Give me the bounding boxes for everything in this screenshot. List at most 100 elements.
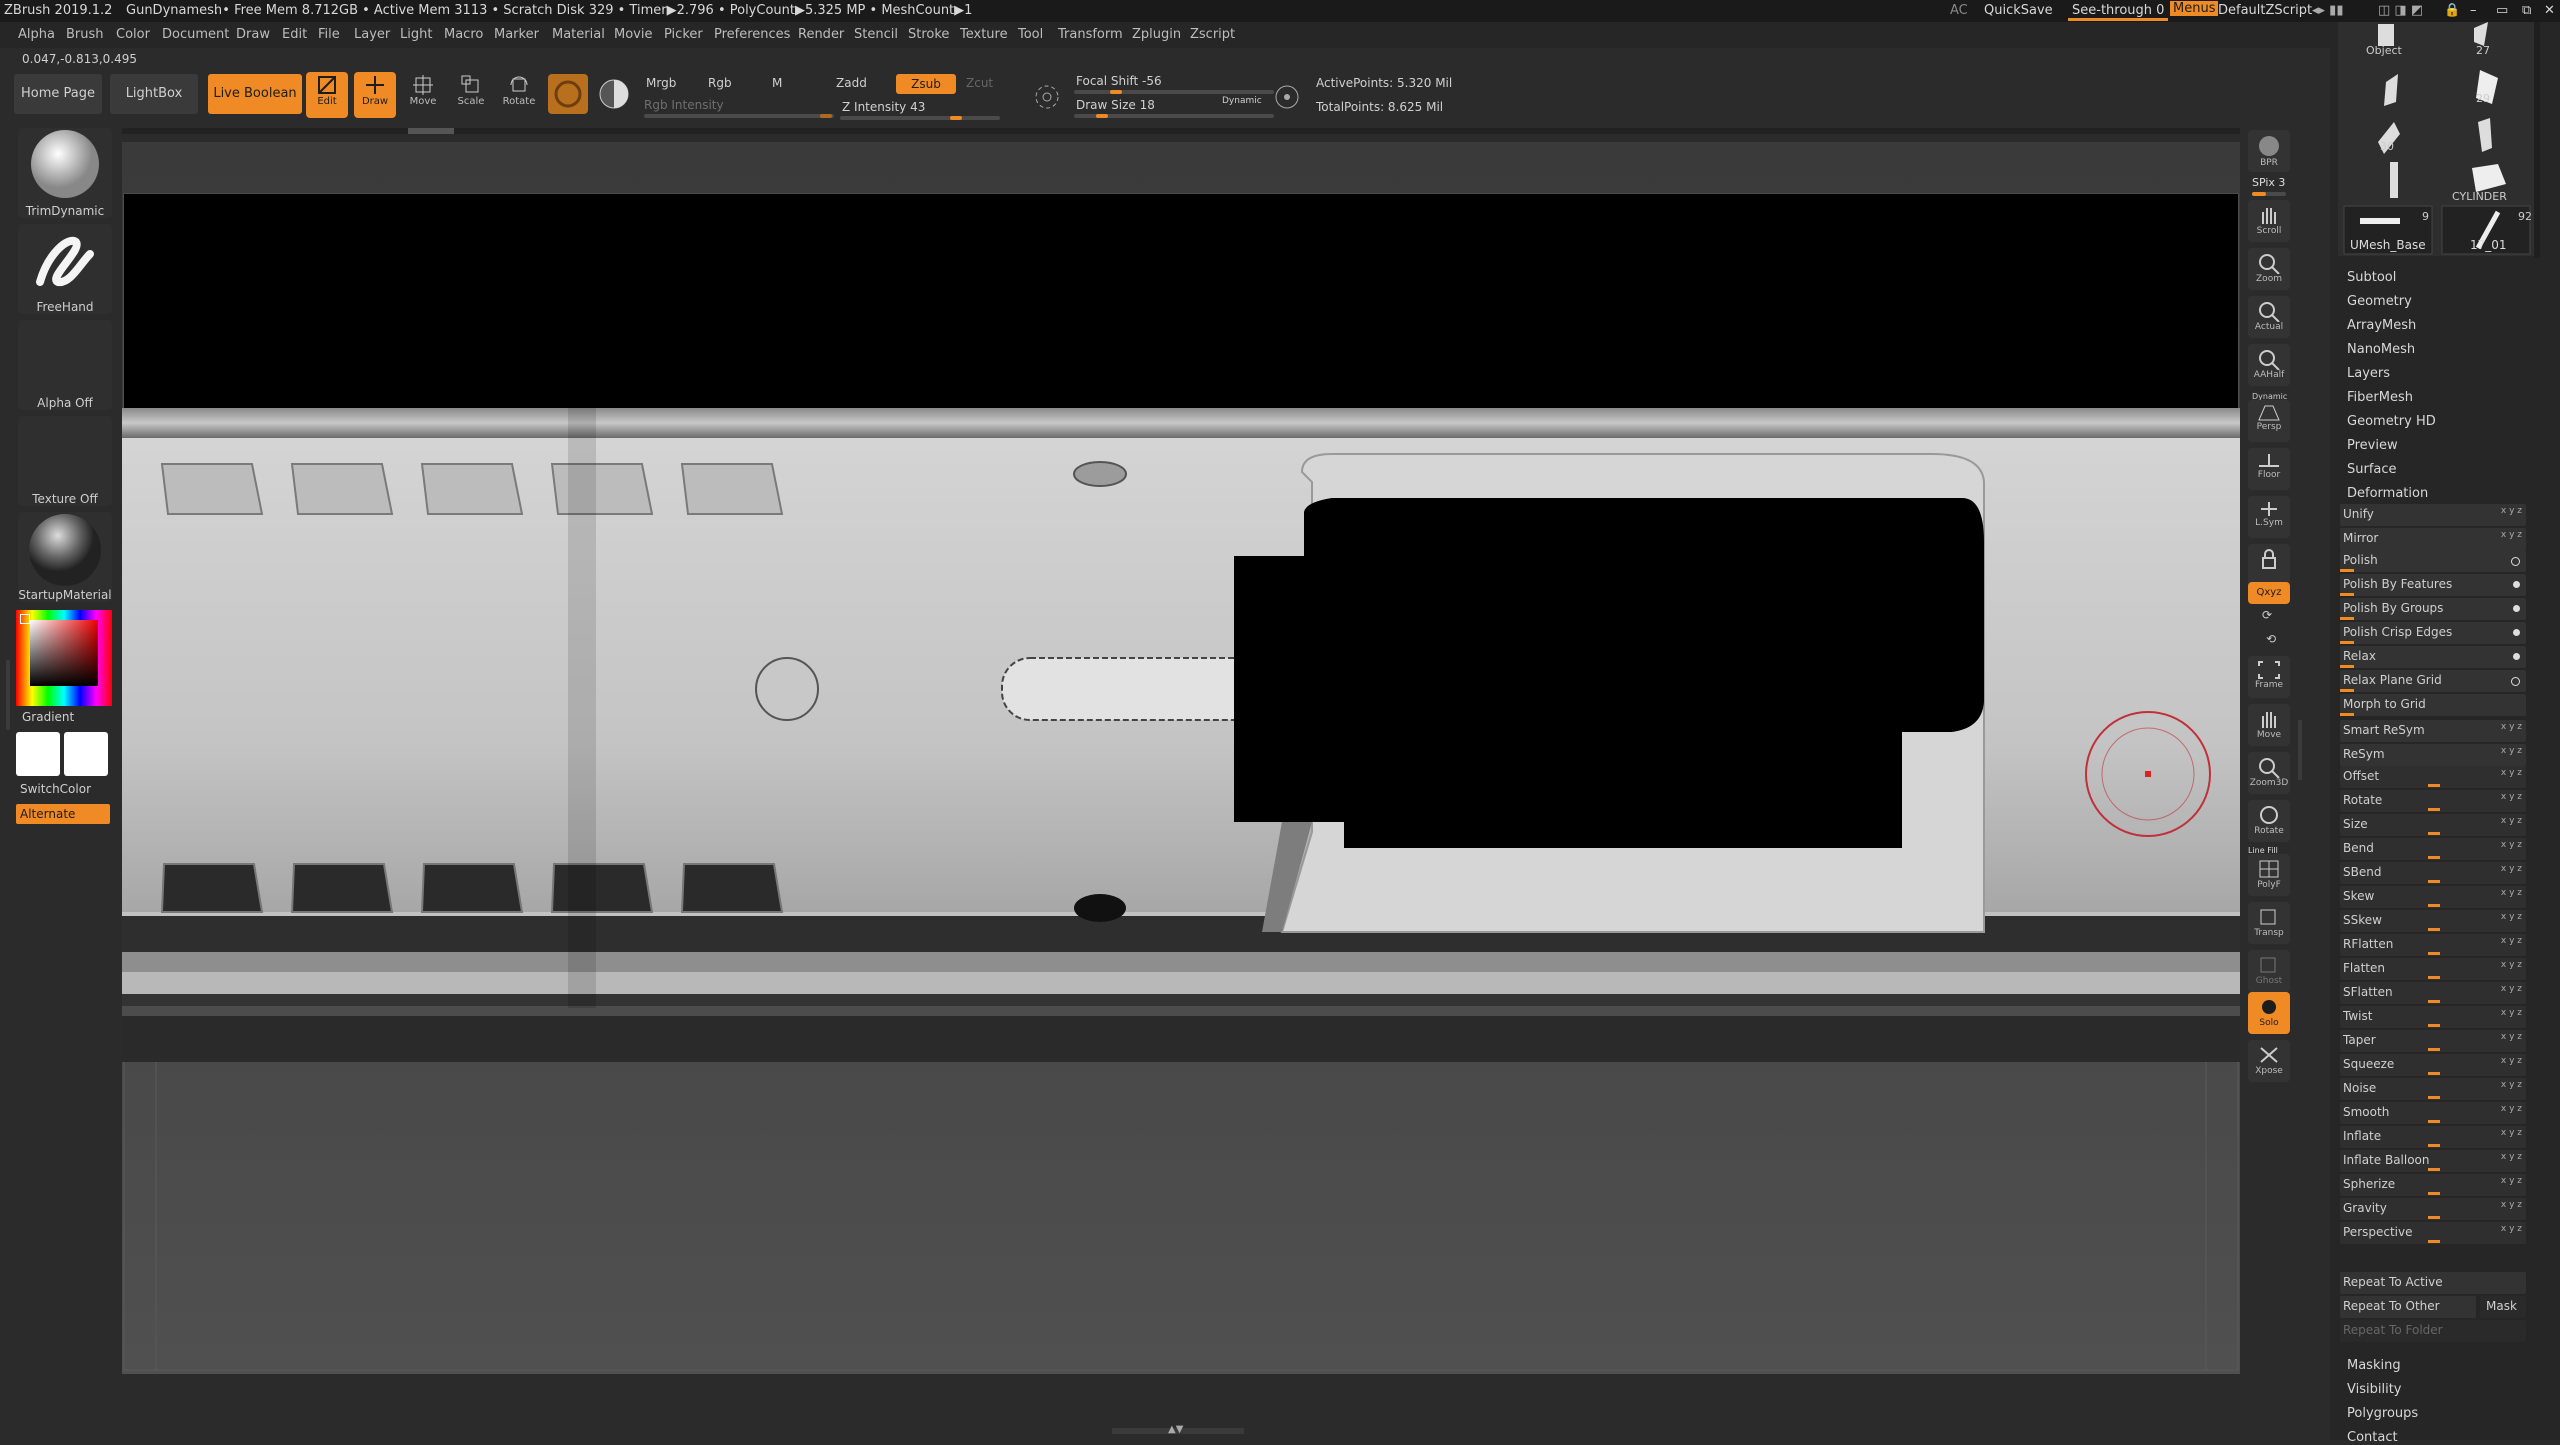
deform-gravity-xyz[interactable]: x y z — [2501, 1200, 2522, 1210]
thumb-27-label[interactable]: 27 — [2476, 44, 2490, 57]
deform-polish-by-features[interactable]: Polish By Features — [2340, 574, 2526, 596]
lightbox-button[interactable]: LightBox — [110, 74, 198, 114]
deform-sbend[interactable]: SBend x y z — [2340, 862, 2526, 884]
deform-smooth-xyz[interactable]: x y z — [2501, 1104, 2522, 1114]
menu-movie[interactable]: Movie — [614, 27, 652, 42]
lock-icon[interactable]: 🔒 — [2444, 3, 2460, 18]
deform-taper-xyz[interactable]: x y z — [2501, 1032, 2522, 1042]
deform-unify[interactable]: Unify x y z — [2340, 504, 2526, 526]
deform-noise[interactable]: Noise x y z — [2340, 1078, 2526, 1100]
move-mode-button[interactable]: Move — [402, 72, 444, 118]
material-swatch-button[interactable] — [548, 74, 588, 114]
deform-rflatten-xyz[interactable]: x y z — [2501, 936, 2522, 946]
mask-button[interactable]: Mask — [2480, 1296, 2526, 1318]
right-tray-handle[interactable] — [2298, 720, 2302, 780]
rgb-intensity-slider[interactable] — [644, 114, 834, 118]
deform-smart-resym[interactable]: Smart ReSym x y z — [2340, 720, 2526, 742]
window-controls-icons[interactable]: ◫ ◨ ◩ — [2378, 3, 2423, 18]
deform-unify-xyz[interactable]: x y z — [2501, 506, 2522, 516]
deform-relax[interactable]: Relax — [2340, 646, 2526, 668]
switch-color-button[interactable]: SwitchColor — [20, 782, 114, 796]
draw-size-icon[interactable] — [1272, 82, 1302, 112]
deform-twist-xyz[interactable]: x y z — [2501, 1008, 2522, 1018]
section-fibermesh[interactable]: FiberMesh — [2347, 390, 2413, 405]
menu-tool[interactable]: Tool — [1018, 27, 1043, 42]
lock-transform-button[interactable] — [2248, 544, 2290, 586]
section-preview[interactable]: Preview — [2347, 438, 2398, 453]
deform-relax-plane-toggle-icon[interactable] — [2511, 677, 2520, 686]
deform-perspective-xyz[interactable]: x y z — [2501, 1224, 2522, 1234]
deform-offset-xyz[interactable]: x y z — [2501, 768, 2522, 778]
polyf-button[interactable]: PolyF — [2248, 854, 2290, 896]
section-layers[interactable]: Layers — [2347, 366, 2390, 381]
deform-sskew[interactable]: SSkew x y z — [2340, 910, 2526, 932]
deform-squeeze[interactable]: Squeeze x y z — [2340, 1054, 2526, 1076]
section-surface[interactable]: Surface — [2347, 462, 2397, 477]
menu-stencil[interactable]: Stencil — [854, 27, 898, 42]
menu-zplugin[interactable]: Zplugin — [1132, 27, 1181, 42]
deform-taper[interactable]: Taper x y z — [2340, 1030, 2526, 1052]
bottom-tray-arrow-icon[interactable]: ▲▼ — [1168, 1424, 1183, 1435]
deform-rotate[interactable]: Rotate x y z — [2340, 790, 2526, 812]
dynamic-toggle[interactable]: Dynamic — [1222, 96, 1262, 106]
actual-button[interactable]: Actual — [2248, 296, 2290, 338]
quicksave-button[interactable]: QuickSave — [1984, 3, 2053, 18]
color-sv-square[interactable] — [30, 620, 98, 686]
gun-slide-model[interactable] — [122, 142, 2240, 1374]
deform-polish-groups-dot-icon[interactable] — [2513, 605, 2520, 612]
repeat-to-other-button[interactable]: Repeat To Other — [2340, 1296, 2476, 1318]
solo-button[interactable]: Solo — [2248, 992, 2290, 1034]
deform-offset[interactable]: Offset x y z — [2340, 766, 2526, 788]
menu-transform[interactable]: Transform — [1058, 27, 1123, 42]
section-visibility[interactable]: Visibility — [2347, 1382, 2401, 1397]
repeat-to-active-button[interactable]: Repeat To Active — [2340, 1272, 2526, 1294]
menu-texture[interactable]: Texture — [960, 27, 1008, 42]
zoom3d-button[interactable]: Zoom3D — [2248, 752, 2290, 794]
deform-perspective[interactable]: Perspective x y z — [2340, 1222, 2526, 1244]
deform-bend[interactable]: Bend x y z — [2340, 838, 2526, 860]
restore-icon[interactable]: ⧉ — [2522, 3, 2531, 18]
section-masking[interactable]: Masking — [2347, 1358, 2401, 1373]
frame-button[interactable]: Frame — [2248, 656, 2290, 698]
main-color-swatch[interactable] — [16, 732, 60, 776]
shelf-scroll-track[interactable] — [122, 128, 2240, 134]
deform-rotate-xyz[interactable]: x y z — [2501, 792, 2522, 802]
deform-smooth[interactable]: Smooth x y z — [2340, 1102, 2526, 1124]
thumb-cylinder-label[interactable]: CYLINDER — [2452, 190, 2507, 203]
persp-button[interactable]: Persp — [2248, 400, 2290, 442]
rotate-view-button[interactable]: Rotate — [2248, 800, 2290, 842]
menu-macro[interactable]: Macro — [444, 27, 483, 42]
brush-preview-icon[interactable] — [596, 76, 632, 112]
deform-inflate-xyz[interactable]: x y z — [2501, 1128, 2522, 1138]
deform-sskew-xyz[interactable]: x y z — [2501, 912, 2522, 922]
deform-sbend-xyz[interactable]: x y z — [2501, 864, 2522, 874]
rotate-y-icon[interactable]: ⟳ — [2262, 608, 2272, 622]
thumb-object-label[interactable]: Object — [2366, 44, 2402, 57]
section-deformation[interactable]: Deformation — [2347, 486, 2428, 501]
section-contact[interactable]: Contact — [2347, 1430, 2398, 1445]
floor-button[interactable]: Floor — [2248, 448, 2290, 490]
deform-polish-crisp-dot-icon[interactable] — [2513, 629, 2520, 636]
deform-resym-xyz[interactable]: x y z — [2501, 746, 2522, 756]
deform-polish-toggle-icon[interactable] — [2511, 557, 2520, 566]
local-symmetry-button[interactable]: L.Sym — [2248, 496, 2290, 538]
spix-slider[interactable] — [2252, 192, 2286, 196]
menu-render[interactable]: Render — [798, 27, 844, 42]
deform-resym[interactable]: ReSym x y z — [2340, 744, 2526, 766]
menu-draw[interactable]: Draw — [236, 27, 270, 42]
deform-bend-xyz[interactable]: x y z — [2501, 840, 2522, 850]
deform-size[interactable]: Size x y z — [2340, 814, 2526, 836]
mrgb-button[interactable]: Mrgb — [646, 76, 676, 90]
thumb-30-label[interactable]: 30 — [2380, 140, 2394, 153]
close-icon[interactable]: ✕ — [2544, 3, 2555, 18]
menu-brush[interactable]: Brush — [66, 27, 104, 42]
thumb-17-label[interactable]: 17_01 — [2470, 238, 2507, 252]
deform-spherize[interactable]: Spherize x y z — [2340, 1174, 2526, 1196]
menu-material[interactable]: Material — [552, 27, 605, 42]
deform-sflatten-xyz[interactable]: x y z — [2501, 984, 2522, 994]
rgb-button[interactable]: Rgb — [708, 76, 732, 90]
left-tray-handle[interactable] — [6, 660, 10, 730]
scale-mode-button[interactable]: Scale — [450, 72, 492, 118]
layout-arrows-icon[interactable]: ◂▸ ▮▮ — [2312, 3, 2344, 18]
deform-noise-xyz[interactable]: x y z — [2501, 1080, 2522, 1090]
